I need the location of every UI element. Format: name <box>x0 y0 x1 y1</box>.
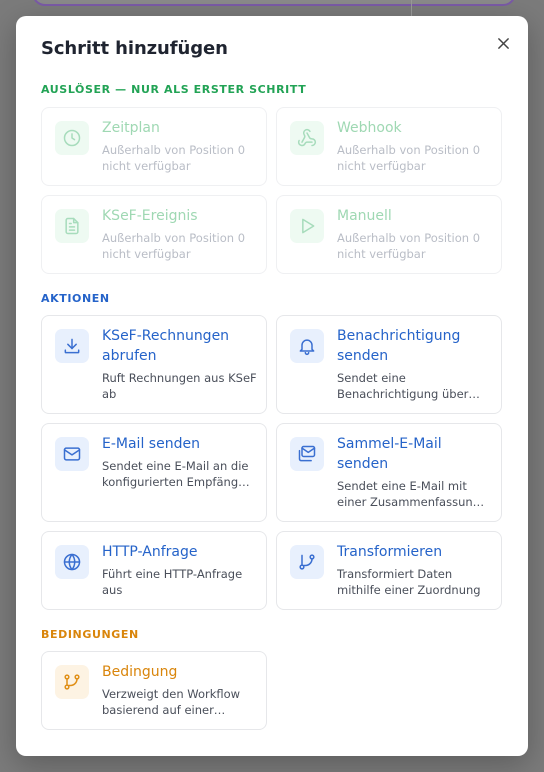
action-card-send-email[interactable]: E-Mail senden Sendet eine E-Mail an die … <box>41 423 267 522</box>
card-description: Führt eine HTTP-Anfrage aus <box>102 567 243 597</box>
git-branch-icon <box>299 554 315 570</box>
background-divider <box>411 0 412 16</box>
action-card-send-batch-email[interactable]: Sammel-E-Mail senden Sendet eine E-Mail … <box>276 423 502 522</box>
card-title: KSeF-Rechnungen abrufen <box>102 328 230 364</box>
card-title: Manuell <box>337 208 392 224</box>
card-description: Sendet eine Benachrichtigung über… <box>337 371 480 401</box>
background-card <box>32 0 516 6</box>
action-card-transform[interactable]: Transformieren Transformiert Daten mithi… <box>276 531 502 610</box>
action-card-http-request[interactable]: HTTP-Anfrage Führt eine HTTP-Anfrage aus <box>41 531 267 610</box>
mail-icon <box>63 447 81 461</box>
card-description: Außerhalb von Position 0 nicht verfügbar <box>102 231 246 261</box>
close-button[interactable] <box>492 32 514 54</box>
card-description: Sendet eine E-Mail mit einer Zusammenfas… <box>337 479 485 509</box>
triggers-section-label: AUSLÖSER — NUR ALS ERSTER SCHRITT <box>41 83 307 96</box>
globe-icon <box>63 553 81 571</box>
condition-card[interactable]: Bedingung Verzweigt den Workflow basiere… <box>41 651 267 730</box>
trigger-card-webhook: Webhook Außerhalb von Position 0 nicht v… <box>276 107 502 186</box>
card-description: Sendet eine E-Mail an die konfigurierten… <box>102 459 250 489</box>
webhook-icon <box>297 128 316 147</box>
card-description: Ruft Rechnungen aus KSeF ab <box>102 371 257 401</box>
action-card-fetch-invoices[interactable]: KSeF-Rechnungen abrufen Ruft Rechnungen … <box>41 315 267 414</box>
clock-icon <box>63 129 81 147</box>
play-icon <box>302 218 315 234</box>
card-title: Benachrichtigung senden <box>337 328 461 364</box>
card-title: Zeitplan <box>102 120 160 136</box>
card-title: Transformieren <box>337 544 443 560</box>
conditions-section-label: BEDINGUNGEN <box>41 628 139 641</box>
card-title: E-Mail senden <box>102 436 200 452</box>
card-description: Außerhalb von Position 0 nicht verfügbar <box>337 143 481 173</box>
trigger-card-ksef-event: KSeF-Ereignis Außerhalb von Position 0 n… <box>41 195 267 274</box>
card-description: Verzweigt den Workflow basierend auf ein… <box>102 687 241 717</box>
actions-section-label: AKTIONEN <box>41 292 110 305</box>
card-title: KSeF-Ereignis <box>102 208 198 224</box>
branch-icon <box>64 674 80 690</box>
card-description: Transformiert Daten mithilfe einer Zuord… <box>337 567 481 597</box>
card-description: Außerhalb von Position 0 nicht verfügbar <box>102 143 246 173</box>
download-icon <box>64 338 80 354</box>
bell-icon <box>299 339 315 356</box>
trigger-card-schedule: Zeitplan Außerhalb von Position 0 nicht … <box>41 107 267 186</box>
card-title: Bedingung <box>102 664 178 680</box>
close-icon <box>497 37 509 49</box>
card-description: Außerhalb von Position 0 nicht verfügbar <box>337 231 481 261</box>
card-title: HTTP-Anfrage <box>102 544 198 560</box>
dialog-title: Schritt hinzufügen <box>41 38 228 59</box>
card-title: Sammel-E-Mail senden <box>337 436 442 472</box>
action-card-send-notification[interactable]: Benachrichtigung senden Sendet eine Bena… <box>276 315 502 414</box>
card-title: Webhook <box>337 120 402 136</box>
trigger-card-manual: Manuell Außerhalb von Position 0 nicht v… <box>276 195 502 274</box>
file-text-icon <box>65 217 79 235</box>
add-step-dialog: Schritt hinzufügen AUSLÖSER — NUR ALS ER… <box>16 16 528 756</box>
mail-stack-icon <box>298 445 316 462</box>
